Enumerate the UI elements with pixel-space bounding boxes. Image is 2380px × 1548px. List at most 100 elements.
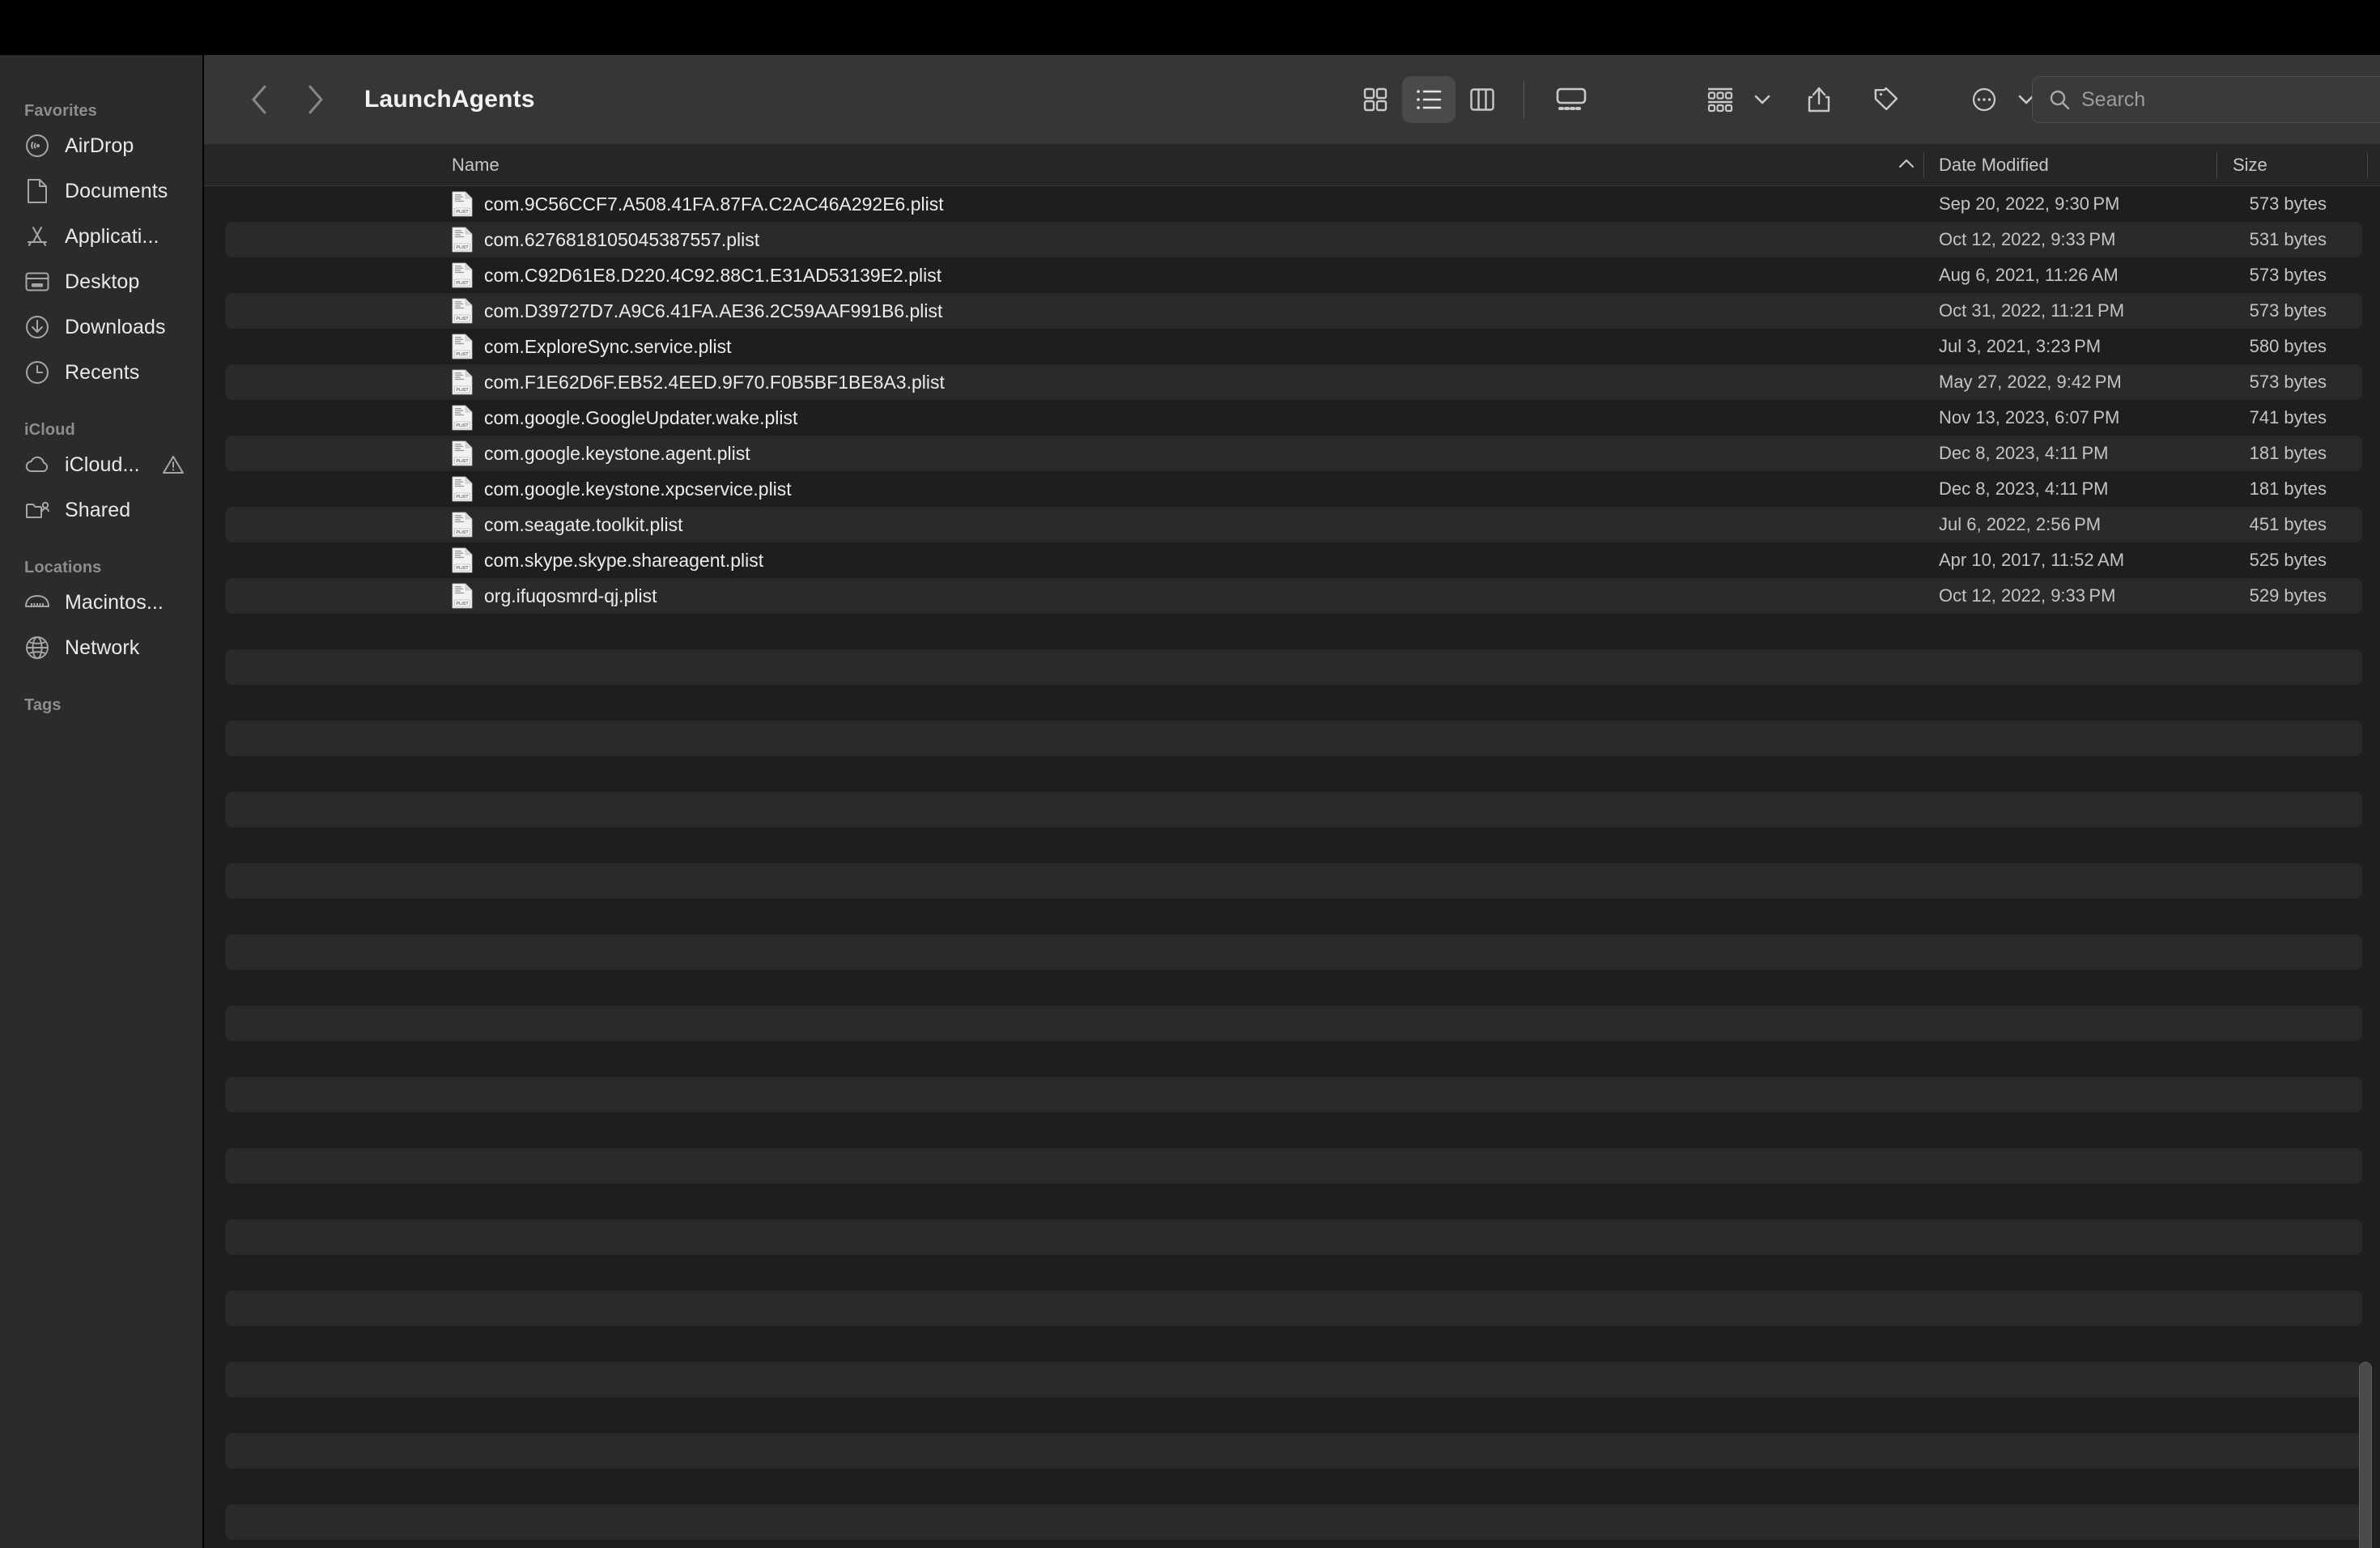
column-header-row: Name Date Modified Size Kind	[204, 144, 2380, 186]
row-stripe	[225, 1148, 2362, 1184]
empty-row[interactable]	[204, 970, 2380, 1006]
table-row[interactable]: PLIST com.skype.skype.shareagent.plist Apr…	[204, 542, 2380, 578]
sidebar-item-recents[interactable]: Recents	[0, 350, 202, 395]
vertical-scrollbar-thumb[interactable]	[2359, 1362, 2372, 1548]
share-button[interactable]	[1792, 76, 1846, 123]
svg-text:PLIST: PLIST	[456, 423, 469, 428]
sidebar-item-macintos[interactable]: Macintos...	[0, 580, 202, 625]
plist-file-icon: PLIST	[452, 405, 473, 431]
empty-row[interactable]	[204, 1255, 2380, 1291]
empty-row[interactable]	[204, 685, 2380, 721]
empty-rows	[204, 614, 2380, 1540]
empty-row[interactable]	[204, 1219, 2380, 1255]
file-name-label: com.google.keystone.agent.plist	[484, 443, 750, 464]
plist-file-icon: PLIST	[452, 334, 473, 359]
column-divider[interactable]	[2216, 152, 2217, 178]
sidebar-item-applicati[interactable]: Applicati...	[0, 214, 202, 259]
table-row[interactable]: PLIST com.D39727D7.A9C6.41FA.AE36.2C59AAF…	[204, 293, 2380, 329]
table-row[interactable]: PLIST com.9C56CCF7.A508.41FA.87FA.C2AC46A…	[204, 186, 2380, 222]
row-stripe	[225, 827, 2362, 863]
empty-row[interactable]	[204, 1041, 2380, 1077]
forward-button[interactable]	[298, 82, 334, 117]
tag-button[interactable]	[1859, 76, 1912, 123]
gallery-view-button[interactable]	[1539, 76, 1604, 123]
empty-row[interactable]	[204, 1006, 2380, 1041]
empty-row[interactable]	[204, 1433, 2380, 1469]
empty-row[interactable]	[204, 1397, 2380, 1433]
table-row[interactable]: PLIST com.C92D61E8.D220.4C92.88C1.E31AD53…	[204, 257, 2380, 293]
toolbar: LaunchAgents	[204, 55, 2380, 144]
sidebar-item-icloud[interactable]: iCloud...	[0, 442, 202, 487]
table-row[interactable]: PLIST com.google.keystone.agent.plist Dec …	[204, 436, 2380, 471]
cell-date-modified: Dec 8, 2023, 4:11 PM	[1939, 478, 2109, 499]
icon-view-button[interactable]	[1349, 76, 1402, 123]
search-field[interactable]	[2032, 76, 2380, 123]
sidebar-item-label: Downloads	[65, 315, 166, 338]
empty-row[interactable]	[204, 827, 2380, 863]
empty-row[interactable]	[204, 1362, 2380, 1397]
empty-row[interactable]	[204, 1077, 2380, 1112]
cell-name: PLIST com.seagate.toolkit.plist	[452, 507, 682, 542]
empty-row[interactable]	[204, 934, 2380, 970]
cell-date-modified: Oct 12, 2022, 9:33 PM	[1939, 585, 2116, 606]
column-header-size[interactable]: Size	[2233, 144, 2267, 186]
more-actions-button[interactable]	[1957, 76, 2011, 123]
sidebar-item-downloads[interactable]: Downloads	[0, 304, 202, 350]
row-stripe	[225, 863, 2362, 899]
sidebar-item-network[interactable]: Network	[0, 625, 202, 670]
empty-row[interactable]	[204, 756, 2380, 792]
empty-row[interactable]	[204, 614, 2380, 649]
empty-row[interactable]	[204, 649, 2380, 685]
table-row[interactable]: PLIST org.ifuqosmrd-qj.plist Oct 12, 2022,…	[204, 578, 2380, 614]
sidebar-item-desktop[interactable]: Desktop	[0, 259, 202, 304]
empty-row[interactable]	[204, 899, 2380, 934]
file-name-label: com.google.GoogleUpdater.wake.plist	[484, 407, 798, 428]
cell-date-modified: Jul 6, 2022, 2:56 PM	[1939, 514, 2102, 534]
column-divider[interactable]	[1923, 152, 1924, 178]
table-row[interactable]: PLIST com.seagate.toolkit.plist Jul 6, 202…	[204, 507, 2380, 542]
empty-row[interactable]	[204, 1504, 2380, 1540]
row-stripe	[225, 970, 2362, 1006]
column-header-date-modified[interactable]: Date Modified	[1939, 144, 2049, 186]
cell-date-modified: Jul 3, 2021, 3:23 PM	[1939, 336, 2102, 356]
empty-row[interactable]	[204, 1112, 2380, 1148]
table-row[interactable]: PLIST com.google.keystone.xpcservice.plis…	[204, 471, 2380, 507]
table-row[interactable]: PLIST com.google.GoogleUpdater.wake.plist…	[204, 400, 2380, 436]
recents-icon	[24, 359, 50, 385]
sidebar-item-shared[interactable]: Shared	[0, 487, 202, 533]
cell-date-modified: Apr 10, 2017, 11:52 AM	[1939, 550, 2125, 570]
column-view-button[interactable]	[1456, 76, 1509, 123]
cell-size: 573 bytes	[2249, 300, 2327, 321]
empty-row[interactable]	[204, 863, 2380, 899]
empty-row[interactable]	[204, 1184, 2380, 1219]
empty-row[interactable]	[204, 1291, 2380, 1326]
table-row[interactable]: PLIST com.ExploreSync.service.plist Jul 3,…	[204, 329, 2380, 364]
sidebar-item-airdrop[interactable]: AirDrop	[0, 123, 202, 168]
empty-row[interactable]	[204, 1469, 2380, 1504]
table-row[interactable]: PLIST com.F1E62D6F.EB52.4EED.9F70.F0B5BF1…	[204, 364, 2380, 400]
empty-row[interactable]	[204, 792, 2380, 827]
column-header-name[interactable]: Name	[452, 144, 499, 186]
row-stripe	[225, 1077, 2362, 1112]
svg-text:PLIST: PLIST	[456, 459, 469, 464]
row-stripe	[225, 1219, 2362, 1255]
back-button[interactable]	[241, 82, 277, 117]
svg-text:PLIST: PLIST	[456, 602, 469, 606]
group-by-button[interactable]	[1694, 76, 1747, 123]
search-input[interactable]	[2081, 87, 2380, 112]
file-list-area: Name Date Modified Size Kind PLIST com.9C…	[204, 144, 2380, 1548]
empty-row[interactable]	[204, 1326, 2380, 1362]
empty-row[interactable]	[204, 721, 2380, 756]
column-divider[interactable]	[2367, 152, 2368, 178]
sidebar-item-documents[interactable]: Documents	[0, 168, 202, 214]
list-view-button[interactable]	[1402, 76, 1456, 123]
sidebar-item-label: Shared	[65, 498, 131, 521]
table-row[interactable]: PLIST com.6276818105045387557.plist Oct 12…	[204, 222, 2380, 257]
airdrop-icon	[24, 133, 50, 159]
empty-row[interactable]	[204, 1148, 2380, 1184]
cell-name: PLIST com.ExploreSync.service.plist	[452, 329, 732, 364]
file-name-label: com.9C56CCF7.A508.41FA.87FA.C2AC46A292E6…	[484, 194, 944, 215]
chevron-down-icon[interactable]	[1750, 87, 1774, 112]
row-stripe	[225, 1006, 2362, 1041]
sidebar-section-locations: Locations Macintos... Network	[0, 555, 202, 670]
